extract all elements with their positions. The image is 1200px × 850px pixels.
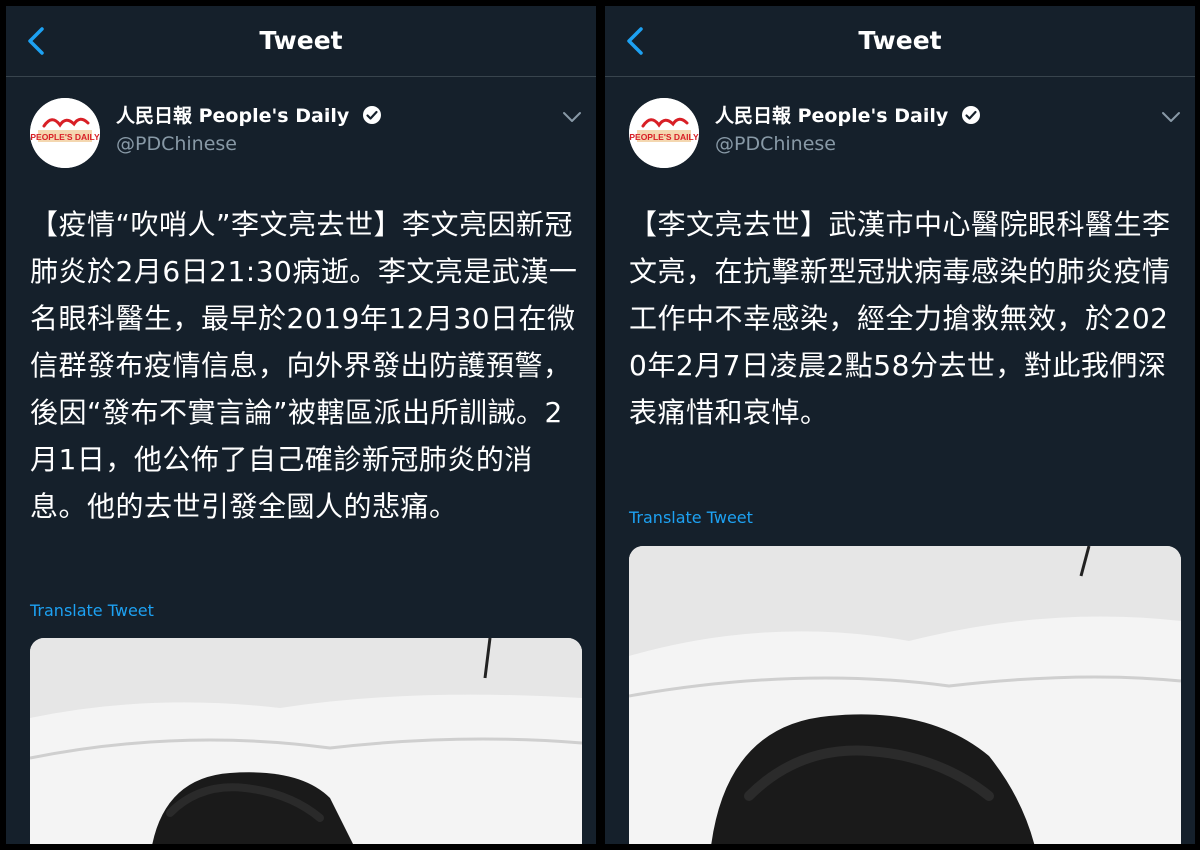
- tweet-panel-left: Tweet PEOPLE'S DAILY 人民日報 People's Daily…: [6, 6, 596, 844]
- author-handle[interactable]: @PDChinese: [715, 132, 836, 156]
- author-name-text: 人民日報 People's Daily: [715, 105, 949, 127]
- tweet-header: Tweet: [605, 6, 1195, 77]
- chevron-down-icon[interactable]: [562, 110, 582, 124]
- translate-tweet-link[interactable]: Translate Tweet: [30, 601, 154, 621]
- header-title: Tweet: [259, 26, 343, 55]
- translate-tweet-link[interactable]: Translate Tweet: [629, 508, 753, 528]
- tweet-panel-right: Tweet PEOPLE'S DAILY 人民日報 People's Daily…: [605, 6, 1195, 844]
- avatar[interactable]: PEOPLE'S DAILY: [30, 98, 100, 168]
- tweet-header: Tweet: [6, 6, 596, 77]
- verified-icon: [961, 106, 980, 124]
- tweet-photo[interactable]: [30, 638, 582, 844]
- author-name-text: 人民日報 People's Daily: [116, 105, 350, 127]
- tweet-photo[interactable]: [629, 546, 1181, 844]
- avatar[interactable]: PEOPLE'S DAILY: [629, 98, 699, 168]
- people-daily-logo-icon: PEOPLE'S DAILY: [30, 98, 100, 168]
- verified-icon: [362, 106, 381, 124]
- header-title: Tweet: [858, 26, 942, 55]
- tweet-text: 【李文亮去世】武漢市中心醫院眼科醫生李文亮，在抗擊新型冠狀病毒感染的肺炎疫情工作…: [629, 208, 1171, 429]
- chevron-down-icon[interactable]: [1161, 110, 1181, 124]
- author-name[interactable]: 人民日報 People's Daily: [715, 104, 981, 128]
- svg-text:PEOPLE'S DAILY: PEOPLE'S DAILY: [30, 132, 100, 142]
- people-daily-logo-icon: PEOPLE'S DAILY: [629, 98, 699, 168]
- author-name[interactable]: 人民日報 People's Daily: [116, 104, 382, 128]
- svg-text:PEOPLE'S DAILY: PEOPLE'S DAILY: [629, 132, 699, 142]
- author-handle[interactable]: @PDChinese: [116, 132, 237, 156]
- tweet-text: 【疫情“吹哨人”李文亮去世】李文亮因新冠肺炎於2月6日21:30病逝。李文亮是武…: [30, 208, 578, 523]
